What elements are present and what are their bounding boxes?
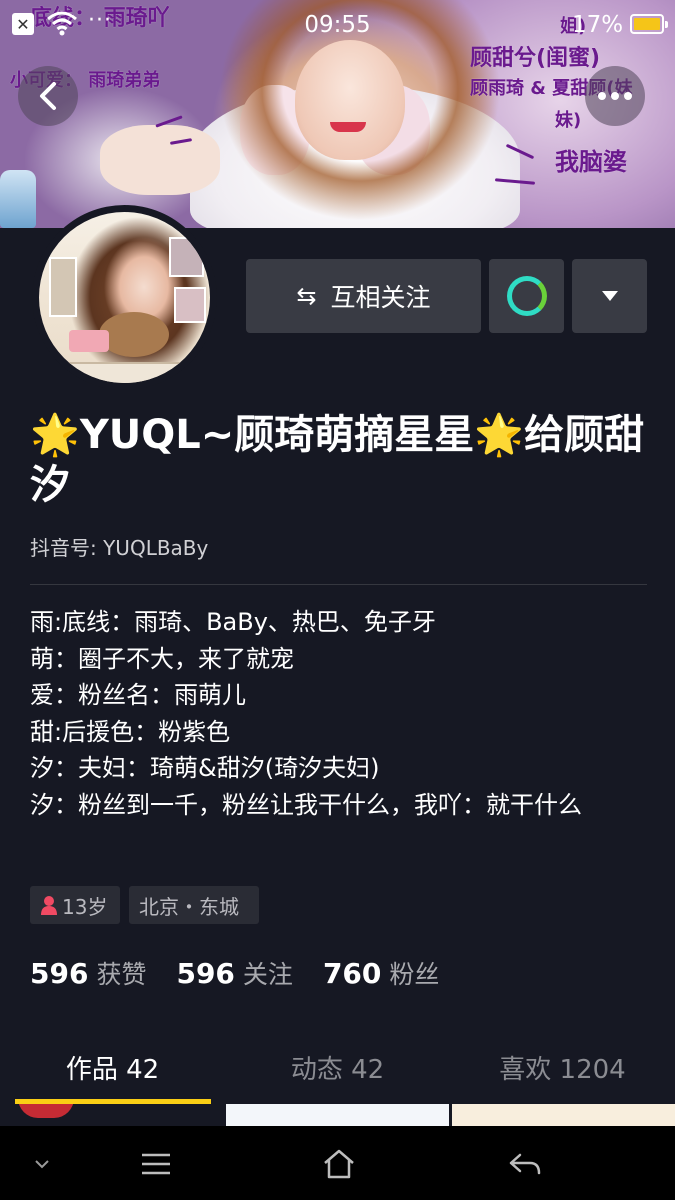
bio-line: 爱：粉丝名：雨萌儿 (30, 681, 246, 709)
banner-scrawl-text: 我脑婆 (555, 148, 627, 176)
bio-line: 萌：圈子不大，来了就宠 (30, 644, 294, 673)
hamburger-menu-icon (142, 1153, 170, 1175)
chat-bubble-icon (506, 276, 547, 316)
glowing-star-icon: 🌟 (30, 412, 80, 458)
location-tag-label: 北京・东城 (139, 894, 239, 919)
chevron-left-icon (40, 82, 56, 110)
bio-line: 甜:后援色：粉紫色 (30, 717, 231, 746)
video-thumbnail[interactable] (226, 1104, 449, 1126)
message-button[interactable] (489, 259, 564, 333)
back-arrow-icon (509, 1153, 541, 1175)
avatar[interactable] (32, 205, 217, 390)
likes-count: 596 (30, 957, 89, 990)
hide-navbar-button[interactable] (12, 1146, 72, 1182)
video-thumbnail[interactable] (0, 1104, 223, 1126)
age-tag-label: 13岁 (62, 894, 108, 919)
profile-nickname: 🌟YUQL~顾琦萌摘星星🌟给顾甜汐 (30, 410, 655, 510)
nickname-text: YUQL~顾琦萌摘星星 (79, 412, 475, 458)
mutual-follow-button[interactable]: ⇆ 互相关注 (246, 259, 481, 333)
douyin-id[interactable]: 抖音号: YUQLBaBy (30, 532, 208, 561)
likes-label: 获赞 (96, 960, 147, 989)
tab-activity[interactable]: 动态 42 (225, 1040, 450, 1104)
banner-lips-shape (330, 122, 366, 132)
chevron-down-icon (35, 1160, 49, 1169)
tab-likes[interactable]: 喜欢 1204 (450, 1040, 675, 1104)
bio-line: 雨:底线：雨琦、BaBy、热巴、免子牙 (30, 608, 436, 636)
bio-line: 汐：粉丝到一千，粉丝让我干什么，我吖：就干什么 (30, 790, 582, 819)
more-dots-icon (598, 92, 632, 100)
banner-scrawl-text: 妹) (555, 110, 582, 131)
battery-icon (630, 14, 668, 34)
more-options-button[interactable] (585, 66, 645, 126)
banner-face-shape (295, 40, 405, 160)
bio-line: 汐：夫妇：琦萌&甜汐(琦汐夫妇) (30, 754, 380, 782)
recommend-dropdown-button[interactable] (572, 259, 647, 333)
banner-hand-shape (100, 125, 220, 195)
profile-stats: 596 获赞 596 关注 760 粉丝 (30, 955, 469, 991)
followers-stat[interactable]: 760 粉丝 (323, 955, 439, 991)
profile-tabs: 作品 42 动态 42 喜欢 1204 (0, 1040, 675, 1104)
home-button[interactable] (309, 1146, 369, 1182)
following-label: 关注 (242, 960, 293, 989)
followers-label: 粉丝 (389, 960, 440, 989)
following-stat[interactable]: 596 关注 (176, 955, 292, 991)
status-bar: ✕ ··· 09:55 17% (0, 0, 675, 50)
back-button[interactable] (18, 66, 78, 126)
tab-works[interactable]: 作品 42 (0, 1040, 225, 1104)
home-icon (324, 1149, 354, 1179)
age-tag: 13岁 (30, 886, 120, 924)
menu-button[interactable] (126, 1146, 186, 1182)
divider (30, 584, 647, 585)
video-thumbnail[interactable] (452, 1104, 675, 1126)
system-navigation-bar (0, 1126, 675, 1200)
likes-stat: 596 获赞 (30, 955, 146, 991)
following-count: 596 (176, 957, 235, 990)
avatar-image (39, 212, 210, 383)
banner-bottle-shape (0, 170, 36, 228)
followers-count: 760 (322, 957, 382, 990)
profile-bio: 雨:底线：雨琦、BaBy、热巴、免子牙 萌：圈子不大，来了就宠 爱：粉丝名：雨萌… (30, 604, 655, 823)
battery-percent: 17% (572, 12, 624, 38)
glowing-star-icon: 🌟 (474, 412, 525, 458)
female-person-icon (41, 896, 57, 915)
triangle-down-icon (601, 291, 618, 301)
system-back-button[interactable] (495, 1146, 555, 1182)
swap-arrows-icon: ⇆ (296, 282, 317, 310)
mutual-follow-label: 互相关注 (330, 283, 431, 312)
location-tag: 北京・东城 (129, 886, 259, 924)
